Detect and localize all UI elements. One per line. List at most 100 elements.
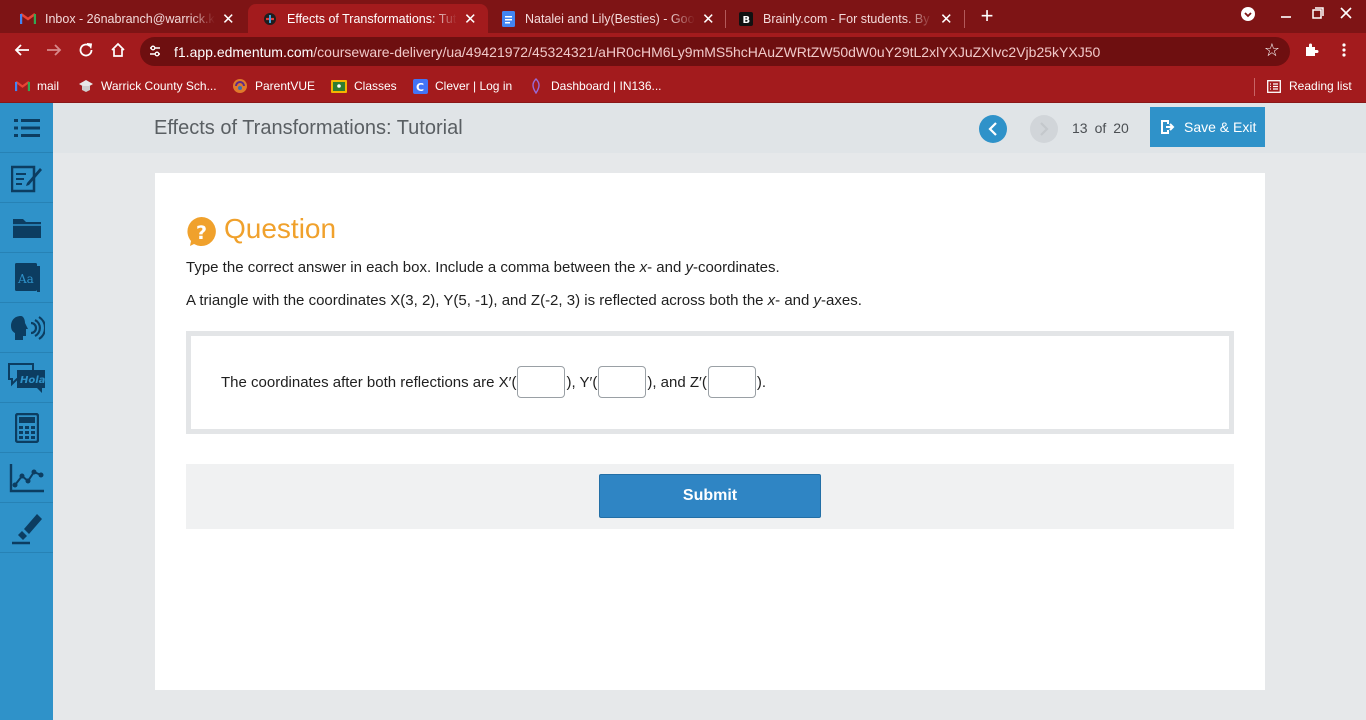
parentvue-icon [232,78,248,94]
question-heading: Question [224,213,337,244]
minimize-icon[interactable] [1276,6,1296,22]
save-exit-button[interactable]: Save & Exit [1150,107,1265,147]
prompt-text: - and [775,292,814,309]
read-aloud-icon[interactable] [0,303,53,353]
close-icon[interactable]: ✕ [701,10,717,28]
previous-page-button[interactable] [979,115,1007,143]
bookmark-label: Warrick County Sch... [101,79,217,93]
site-info-icon[interactable] [148,44,162,58]
y-prime-input[interactable] [598,366,647,398]
svg-text:B: B [743,15,751,26]
prompt-text: -axes. [821,292,862,309]
reading-list-label: Reading list [1289,79,1352,93]
brainly-icon: B [738,11,754,27]
restore-icon[interactable] [1308,6,1328,22]
tab-title: Inbox - 26nabranch@warrick.k12 [45,11,215,26]
url-host: f1.app.edmentum.com [174,44,314,60]
address-bar[interactable]: f1.app.edmentum.com/courseware-delivery/… [140,37,1290,66]
browser-toolbar: f1.app.edmentum.com/courseware-delivery/… [0,33,1366,70]
tab-edmentum[interactable]: Effects of Transformations: Tutorial ✕ [248,4,488,33]
url-text: f1.app.edmentum.com/courseware-delivery/… [174,44,1100,60]
bookmark-label: Clever | Log in [435,79,513,93]
submit-area: Submit [186,464,1234,529]
z-prime-input[interactable] [707,366,756,398]
graph-icon[interactable] [0,453,53,503]
question-mark-icon: ? [187,217,216,246]
bookmark-dashboard[interactable]: Dashboard | IN136... [528,77,662,95]
reading-list-icon [1266,78,1282,94]
tab-search-icon[interactable] [1238,6,1258,25]
answer-text: ), Y′( [566,373,598,391]
instr-x: x [639,259,648,276]
tab-gmail[interactable]: Inbox - 26nabranch@warrick.k12 ✕ [6,4,246,33]
save-exit-label: Save & Exit [1184,119,1257,135]
answer-text: ), and Z′( [647,373,707,391]
bookmark-parentvue[interactable]: ParentVUE [232,77,315,95]
tab-title: Effects of Transformations: Tutorial [287,11,457,26]
translate-icon[interactable]: Hola [0,353,53,403]
dashboard-icon [528,78,544,94]
tab-google-docs[interactable]: Natalei and Lily(Besties) - Google Docs … [486,4,726,33]
reload-icon[interactable] [74,40,98,64]
lesson-header: Effects of Transformations: Tutorial 13 o… [53,103,1366,153]
school-icon [78,78,94,94]
svg-text:Aa: Aa [17,272,34,286]
close-icon[interactable]: ✕ [463,10,479,28]
page-total: 20 [1113,120,1129,136]
exit-icon [1161,120,1175,134]
bookmark-clever[interactable]: C Clever | Log in [412,77,512,95]
lesson-title: Effects of Transformations: Tutorial [154,117,463,139]
prompt-y: y [813,292,822,309]
tab-brainly[interactable]: B Brainly.com - For students. By student… [724,4,964,33]
question-instructions: Type the correct answer in each box. Inc… [186,259,780,276]
bookmark-warrick[interactable]: Warrick County Sch... [78,77,217,95]
translate-label: Hola [20,375,46,386]
x-prime-input[interactable] [517,366,566,398]
answer-area: The coordinates after both reflections a… [186,331,1234,434]
bookmark-classes[interactable]: Classes [331,77,397,95]
close-icon[interactable]: ✕ [221,10,237,28]
url-path: /courseware-delivery/ua/49421972/4532432… [313,44,1101,60]
svg-text:?: ? [196,222,207,244]
bookmark-label: Dashboard | IN136... [551,79,662,93]
answer-text: The coordinates after both reflections a… [221,373,517,391]
prompt-text: A triangle with the coordinates X(3, 2),… [186,292,768,309]
notes-icon[interactable] [0,153,53,203]
calculator-icon[interactable] [0,403,53,453]
answer-sentence: The coordinates after both reflections a… [221,366,766,398]
instr-text: Type the correct answer in each box. Inc… [186,259,640,276]
extensions-icon[interactable] [1299,40,1323,64]
close-window-icon[interactable] [1336,6,1356,22]
instr-y: y [685,259,693,276]
close-icon[interactable]: ✕ [939,10,955,28]
reading-list-button[interactable]: Reading list [1266,77,1352,95]
toc-icon[interactable] [0,103,53,153]
back-arrow-icon[interactable] [10,40,34,64]
bookmarks-bar: mail Warrick County Sch... ParentVUE Cla… [0,70,1366,103]
next-page-button[interactable] [1030,115,1058,143]
chevron-left-icon [988,122,997,136]
dictionary-icon[interactable]: Aa [0,253,53,303]
new-tab-button[interactable]: + [977,5,997,27]
bookmark-label: ParentVUE [255,79,316,93]
tab-divider [964,10,965,28]
forward-arrow-icon[interactable] [42,40,66,64]
clever-icon: C [412,78,428,94]
folder-icon[interactable] [0,203,53,253]
tab-title: Natalei and Lily(Besties) - Google Docs [525,11,695,26]
answer-text: ). [756,373,767,391]
bookmark-divider [1254,78,1255,96]
submit-button[interactable]: Submit [599,474,821,518]
edmentum-icon [262,11,278,27]
page-current: 13 [1072,120,1088,136]
more-menu-icon[interactable] [1332,40,1356,64]
tab-title: Brainly.com - For students. By students. [763,11,933,26]
tab-divider [725,10,726,28]
highlighter-icon[interactable] [0,503,53,553]
bookmark-star-icon[interactable]: ☆ [1264,40,1280,61]
tools-sidebar: Aa Hola [0,103,53,720]
question-prompt: A triangle with the coordinates X(3, 2),… [186,292,862,309]
home-icon[interactable] [106,40,130,64]
bookmark-mail[interactable]: mail [14,77,59,95]
gmail-icon [14,78,30,94]
